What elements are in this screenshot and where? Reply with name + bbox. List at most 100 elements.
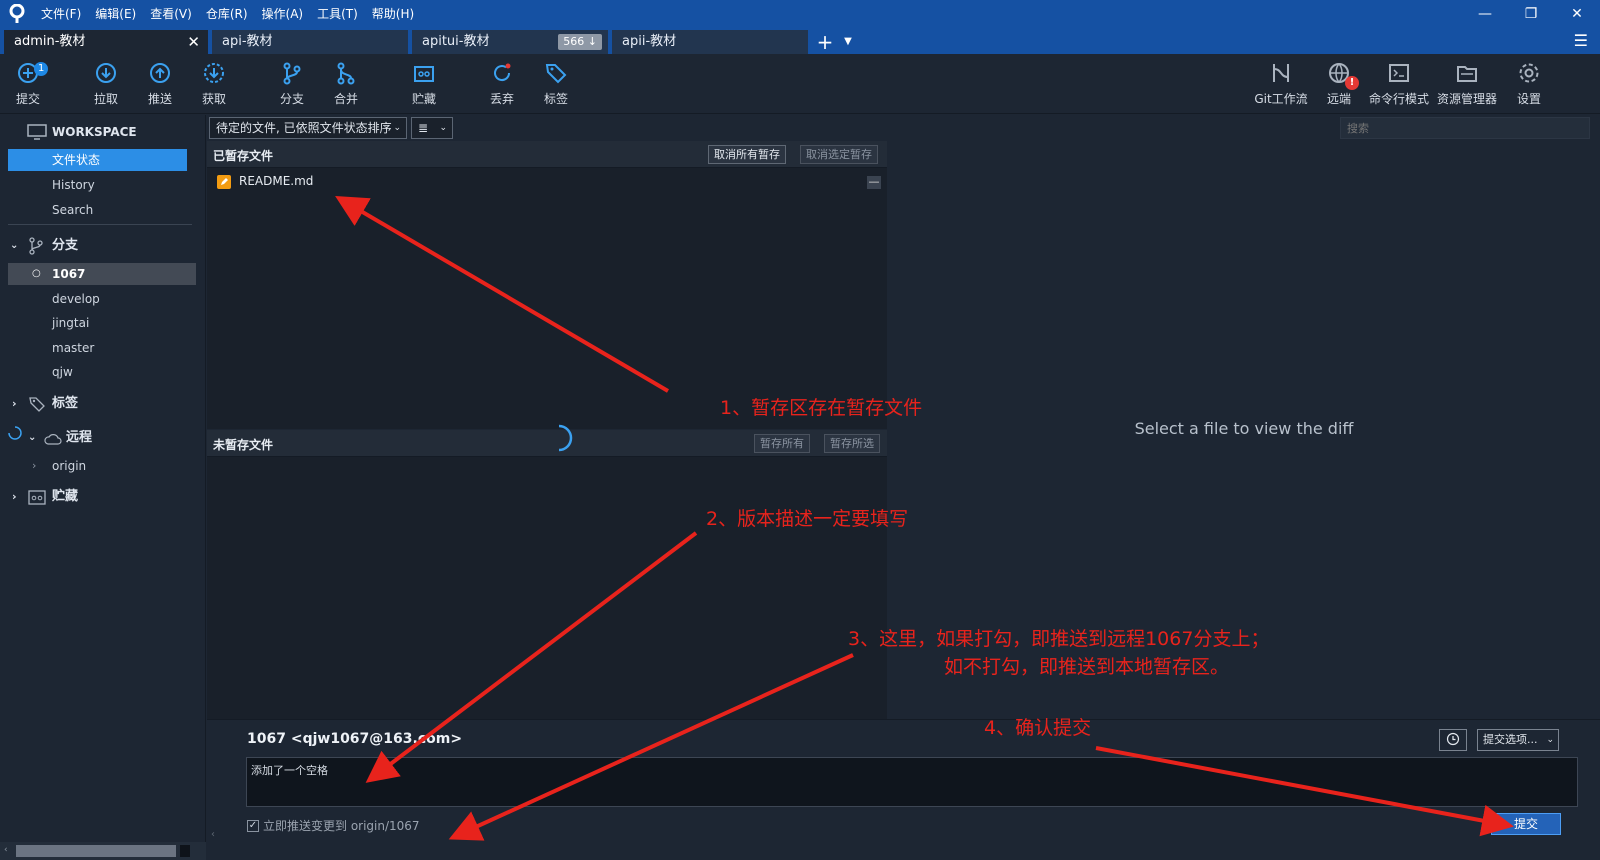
resize-grip-icon[interactable]: ‹ [211, 829, 215, 840]
menu-help[interactable]: 帮助(H) [365, 0, 421, 28]
unstage-file-button[interactable]: — [867, 176, 881, 189]
commit-message-input[interactable]: 添加了一个空格 [246, 757, 1578, 807]
menu-view[interactable]: 查看(V) [143, 0, 199, 28]
chevron-down-icon: ⌄ [439, 123, 447, 133]
sidebar-item-label: 文件状态 [52, 153, 101, 167]
sidebar-item-remote-origin[interactable]: › origin [0, 455, 200, 477]
menu-edit[interactable]: 编辑(E) [88, 0, 143, 28]
scroll-right-icon[interactable] [180, 845, 190, 857]
app-logo-icon [0, 0, 34, 28]
explorer-label: 资源管理器 [1437, 92, 1498, 106]
chevron-down-icon: ⌄ [28, 432, 37, 443]
push-label: 推送 [147, 92, 172, 106]
push-immediately-checkbox[interactable]: ✓ 立即推送变更到 origin/1067 [247, 817, 420, 834]
stash-label: 贮藏 [411, 92, 436, 106]
unstaged-title: 未暂存文件 [213, 438, 274, 452]
gitflow-icon [1251, 60, 1311, 86]
tab-admin[interactable]: admin-教材 ✕ [4, 30, 208, 54]
checkbox-checked-icon[interactable]: ✓ [247, 819, 259, 832]
sidebar-item-file-status[interactable]: 文件状态 [8, 149, 187, 171]
menu-tools[interactable]: 工具(T) [310, 0, 365, 28]
chevron-down-icon: ⌄ [1546, 735, 1554, 745]
sort-select[interactable]: 待定的文件, 已依照文件状态排序 ⌄ [209, 117, 407, 139]
add-tab-icon[interactable]: + [812, 30, 838, 54]
sidebar-item-branch-qjw[interactable]: qjw [0, 361, 200, 383]
menu-actions[interactable]: 操作(A) [255, 0, 311, 28]
sidebar-item-branch-master[interactable]: master [0, 337, 200, 359]
commit-area: 1067 <qjw1067@163.com> 添加了一个空格 ✓ 立即推送变更到… [207, 719, 1600, 860]
tag-button[interactable]: 标签 [526, 60, 586, 107]
annotation-4: 4、确认提交 [984, 717, 1092, 739]
sidebar-scrollbar[interactable]: ‹ [0, 842, 206, 860]
sidebar-item-branch-develop[interactable]: develop [0, 288, 200, 310]
branch-name: qjw [52, 365, 73, 379]
sidebar-item-branch-1067[interactable]: ○ 1067 [8, 263, 196, 285]
scrollbar-thumb[interactable] [16, 845, 176, 857]
minimize-icon[interactable]: — [1462, 0, 1508, 28]
sidebar-item-branch-jingtai[interactable]: jingtai [0, 312, 200, 334]
tab-apitui[interactable]: apitui-教材 566 ↓ [412, 30, 608, 54]
settings-label: 设置 [1516, 92, 1541, 106]
menu-repository[interactable]: 仓库(R) [199, 0, 255, 28]
terminal-button[interactable]: 命令行模式 [1369, 60, 1429, 107]
explorer-button[interactable]: 资源管理器 [1437, 60, 1497, 107]
pull-button[interactable]: 拉取 [76, 60, 136, 107]
remotes-header[interactable]: ⌄ 远程 [0, 426, 200, 449]
staged-header: 已暂存文件 取消所有暂存 取消选定暂存 [207, 141, 887, 168]
file-name: README.md [239, 174, 314, 188]
commit-toolbar-button[interactable]: 1 提交 [0, 60, 58, 107]
stash-header[interactable]: › 贮藏 [0, 486, 200, 508]
annotation-2: 2、版本描述一定要填写 [706, 508, 909, 530]
chevron-down-icon: ⌄ [393, 123, 401, 133]
commit-history-button[interactable] [1439, 729, 1467, 751]
chevron-down-icon[interactable]: ▼ [838, 30, 858, 54]
push-button[interactable]: 推送 [130, 60, 190, 107]
branch-icon [262, 60, 322, 86]
discard-button[interactable]: 丢弃 [472, 60, 532, 107]
remote-button[interactable]: ! 远端 [1309, 60, 1369, 107]
stage-all-button[interactable]: 暂存所有 [754, 434, 810, 453]
chevron-down-icon: ⌄ [10, 240, 19, 251]
commit-options-select[interactable]: 提交选项... ⌄ [1477, 729, 1559, 751]
staged-file-row[interactable]: README.md — [207, 171, 887, 193]
restore-icon[interactable]: ❐ [1508, 0, 1554, 28]
title-bar: 文件(F) 编辑(E) 查看(V) 仓库(R) 操作(A) 工具(T) 帮助(H… [0, 0, 1600, 28]
unstage-selected-button[interactable]: 取消选定暂存 [800, 145, 878, 164]
hamburger-menu-icon[interactable]: ☰ [1574, 31, 1588, 50]
close-window-icon[interactable]: ✕ [1554, 0, 1600, 28]
branch-name: jingtai [52, 316, 90, 330]
tags-label: 标签 [52, 396, 79, 411]
stash-button[interactable]: 贮藏 [394, 60, 454, 107]
loading-spinner-icon [544, 423, 574, 456]
remote-error-icon: ! [1345, 76, 1359, 90]
view-mode-select[interactable]: ≣ ⌄ [411, 117, 453, 139]
commit-button[interactable]: 提交 [1491, 813, 1561, 835]
commit-author: 1067 <qjw1067@163.com> [247, 731, 463, 747]
gitflow-button[interactable]: Git工作流 [1251, 60, 1311, 107]
tags-header[interactable]: › 标签 [0, 393, 200, 415]
push-icon [130, 60, 190, 86]
fetch-button[interactable]: 获取 [184, 60, 244, 107]
workspace-header: WORKSPACE [0, 121, 200, 143]
commit-options-label: 提交选项... [1483, 733, 1538, 746]
unstage-all-button[interactable]: 取消所有暂存 [708, 145, 786, 164]
terminal-label: 命令行模式 [1369, 92, 1430, 106]
menu-file[interactable]: 文件(F) [34, 0, 88, 28]
tag-icon [526, 60, 586, 86]
stage-selected-button[interactable]: 暂存所选 [824, 434, 880, 453]
scroll-left-icon[interactable]: ‹ [4, 845, 8, 855]
gitflow-label: Git工作流 [1254, 92, 1308, 106]
sidebar-item-search[interactable]: Search [0, 199, 200, 221]
main-toolbar: 1 提交 拉取 推送 获取 分支 合并 贮藏 丢弃 标签 Git工作流 ! 远端… [0, 54, 1600, 114]
branch-name: 1067 [52, 267, 86, 281]
tab-close-icon[interactable]: ✕ [187, 30, 200, 54]
annotation-3-line1: 3、这里，如果打勾，即推送到远程1067分支上； [848, 628, 1270, 650]
settings-button[interactable]: 设置 [1499, 60, 1559, 107]
branch-button[interactable]: 分支 [262, 60, 322, 107]
sidebar-item-history[interactable]: History [0, 174, 200, 196]
merge-button[interactable]: 合并 [316, 60, 376, 107]
search-input[interactable] [1340, 117, 1590, 139]
tab-apii[interactable]: apii-教材 [612, 30, 808, 54]
branches-header[interactable]: ⌄ 分支 [0, 235, 200, 257]
tab-api[interactable]: api-教材 [212, 30, 408, 54]
